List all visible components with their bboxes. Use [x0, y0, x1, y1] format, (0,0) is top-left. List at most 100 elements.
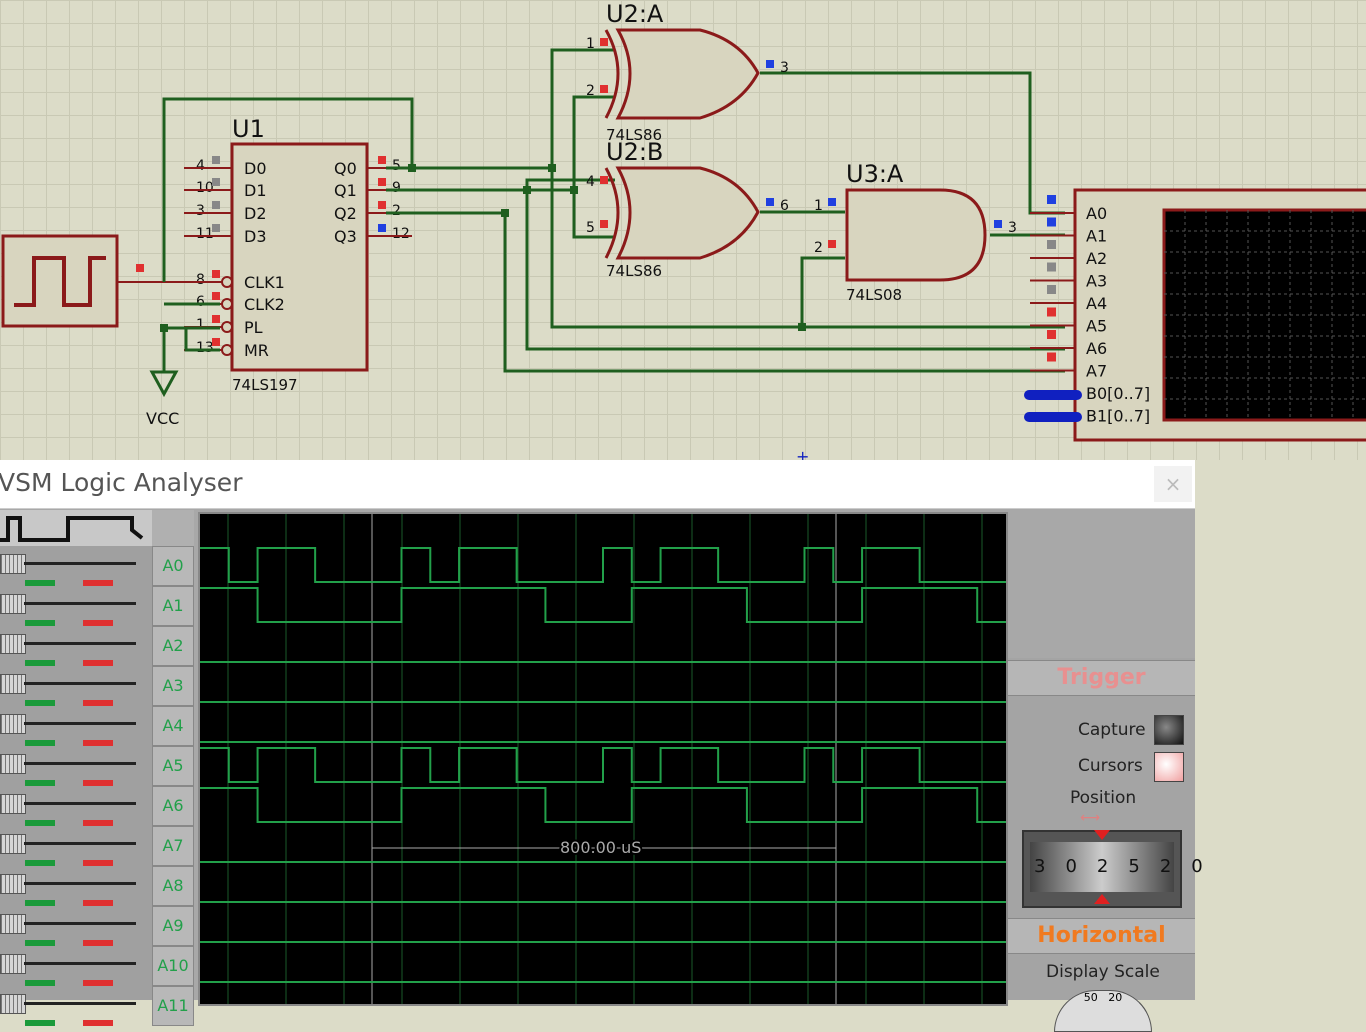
capture-button[interactable]	[1154, 715, 1184, 745]
svg-text:6: 6	[780, 198, 789, 214]
channel-row	[0, 946, 152, 986]
vcc-label: VCC	[146, 409, 179, 428]
vcc-terminal-icon[interactable]	[149, 370, 179, 398]
window-titlebar[interactable]: VSM Logic Analyser ×	[0, 460, 1195, 509]
channel-slider-track[interactable]	[24, 922, 136, 925]
channel-slider-handle[interactable]	[0, 794, 26, 814]
u1-pin-label: D2	[244, 204, 267, 223]
capture-label: Capture	[1078, 720, 1146, 740]
channel-controls	[0, 510, 152, 1026]
u3a-ref: U3:A	[846, 160, 904, 188]
channel-label-a2: A2	[152, 626, 194, 666]
analyser-pin-label: A7	[1086, 362, 1107, 381]
u1-pin-number: 8	[196, 272, 205, 288]
channel-label-a5: A5	[152, 746, 194, 786]
channel-slider-track[interactable]	[24, 562, 136, 565]
channel-slider-track[interactable]	[24, 762, 136, 765]
analyser-pin-label: B0[0..7]	[1086, 384, 1150, 403]
u2b-part: 74LS86	[606, 262, 662, 280]
channel-label-a3: A3	[152, 666, 194, 706]
channel-row	[0, 586, 152, 626]
u1-pin-label: CLK2	[244, 295, 285, 314]
channel-row	[0, 666, 152, 706]
channel-slider-track[interactable]	[24, 1002, 136, 1005]
channel-slider-track[interactable]	[24, 682, 136, 685]
cursors-button[interactable]	[1154, 752, 1184, 782]
channel-slider-track[interactable]	[24, 842, 136, 845]
clock-generator[interactable]	[1, 234, 119, 328]
u1-pin-number: 6	[196, 294, 205, 310]
u1-pin-label: Q3	[334, 227, 357, 246]
position-knob[interactable]: 302520	[1022, 830, 1203, 908]
svg-text:4: 4	[586, 174, 595, 190]
u1-pin-number: 13	[196, 340, 214, 356]
u1-pin-number: 5	[392, 158, 401, 174]
u1-pin-number: 4	[196, 158, 205, 174]
svg-text:2: 2	[586, 83, 595, 99]
xor-gate-u2b[interactable]	[615, 166, 760, 260]
channel-slider-track[interactable]	[24, 642, 136, 645]
svg-text:3: 3	[780, 60, 789, 76]
schematic-canvas[interactable]: U1 74LS197 D0 4 D1 10 D2 3 D3 11 CLK1 8 CLK2 6 PL 1 MR…	[0, 0, 1366, 460]
logic-analyser-window: VSM Logic Analyser × A0 A1 A2 A3 A4 A5 A6 A7 A8 A…	[0, 460, 1203, 1032]
u1-pin-label: CLK1	[244, 273, 285, 292]
channel-slider-track[interactable]	[24, 882, 136, 885]
display-scale-knob[interactable]: 50 20	[1054, 990, 1152, 1032]
channel-row	[0, 906, 152, 946]
u1-part: 74LS197	[232, 376, 298, 394]
control-panel: Trigger Capture Cursors Position ⟷ 30252…	[1008, 510, 1203, 1032]
channel-label-a7: A7	[152, 826, 194, 866]
cursor-readout: 800.00 uS	[560, 838, 641, 857]
svg-text:1: 1	[586, 36, 595, 52]
svg-text:1: 1	[814, 198, 823, 214]
channel-slider-track[interactable]	[24, 722, 136, 725]
channel-slider-handle[interactable]	[0, 554, 26, 574]
analyser-pin-label: A6	[1086, 339, 1107, 358]
channel-slider-track[interactable]	[24, 802, 136, 805]
close-button[interactable]: ×	[1154, 466, 1192, 502]
channel-row	[0, 746, 152, 786]
channel-row	[0, 866, 152, 906]
channel-slider-handle[interactable]	[0, 754, 26, 774]
xor-gate-u2a[interactable]	[615, 28, 760, 120]
channel-slider-track[interactable]	[24, 602, 136, 605]
u2a-ref: U2:A	[606, 0, 664, 28]
channel-slider-track[interactable]	[24, 962, 136, 965]
u1-pin-label: MR	[244, 341, 269, 360]
channel-slider-handle[interactable]	[0, 834, 26, 854]
channel-slider-handle[interactable]	[0, 874, 26, 894]
channel-row	[0, 546, 152, 586]
schematic-drawing: U1 74LS197 D04D110D23D311CLK18CLK26PL1MR…	[1, 0, 1366, 460]
u3a-part: 74LS08	[846, 286, 902, 304]
and-gate-u3a[interactable]	[845, 188, 987, 282]
channel-slider-handle[interactable]	[0, 994, 26, 1014]
channel-labels: A0 A1 A2 A3 A4 A5 A6 A7 A8 A9 A10 A11	[152, 510, 194, 1026]
channel-row	[0, 826, 152, 866]
channel-row	[0, 986, 152, 1026]
channel-row	[0, 786, 152, 826]
svg-text:3: 3	[1008, 220, 1017, 236]
channel-slider-handle[interactable]	[0, 954, 26, 974]
channel-label-a11: A11	[152, 986, 194, 1026]
trace-a0	[200, 547, 1006, 583]
channel-row	[0, 706, 152, 746]
channel-slider-handle[interactable]	[0, 674, 26, 694]
waveform-display[interactable]: 800.00 uS	[198, 512, 1008, 1023]
u1-pin-label: D3	[244, 227, 267, 246]
channel-slider-handle[interactable]	[0, 714, 26, 734]
channel-slider-handle[interactable]	[0, 594, 26, 614]
u2b-ref: U2:B	[606, 138, 663, 166]
trace-a6	[200, 787, 1006, 823]
u1-pin-label: D1	[244, 181, 267, 200]
u1-pin-label: Q0	[334, 159, 357, 178]
u1-pin-number: 12	[392, 226, 410, 242]
u1-pin-number: 2	[392, 203, 401, 219]
u1-pin-number: 10	[196, 180, 214, 196]
trace-a5	[200, 747, 1006, 783]
channel-low-indicator	[83, 1020, 113, 1026]
channel-slider-handle[interactable]	[0, 914, 26, 934]
analyser-pin-label: A3	[1086, 272, 1107, 291]
channel-slider-handle[interactable]	[0, 634, 26, 654]
u1-pin-number: 11	[196, 226, 214, 242]
channel-label-a6: A6	[152, 786, 194, 826]
